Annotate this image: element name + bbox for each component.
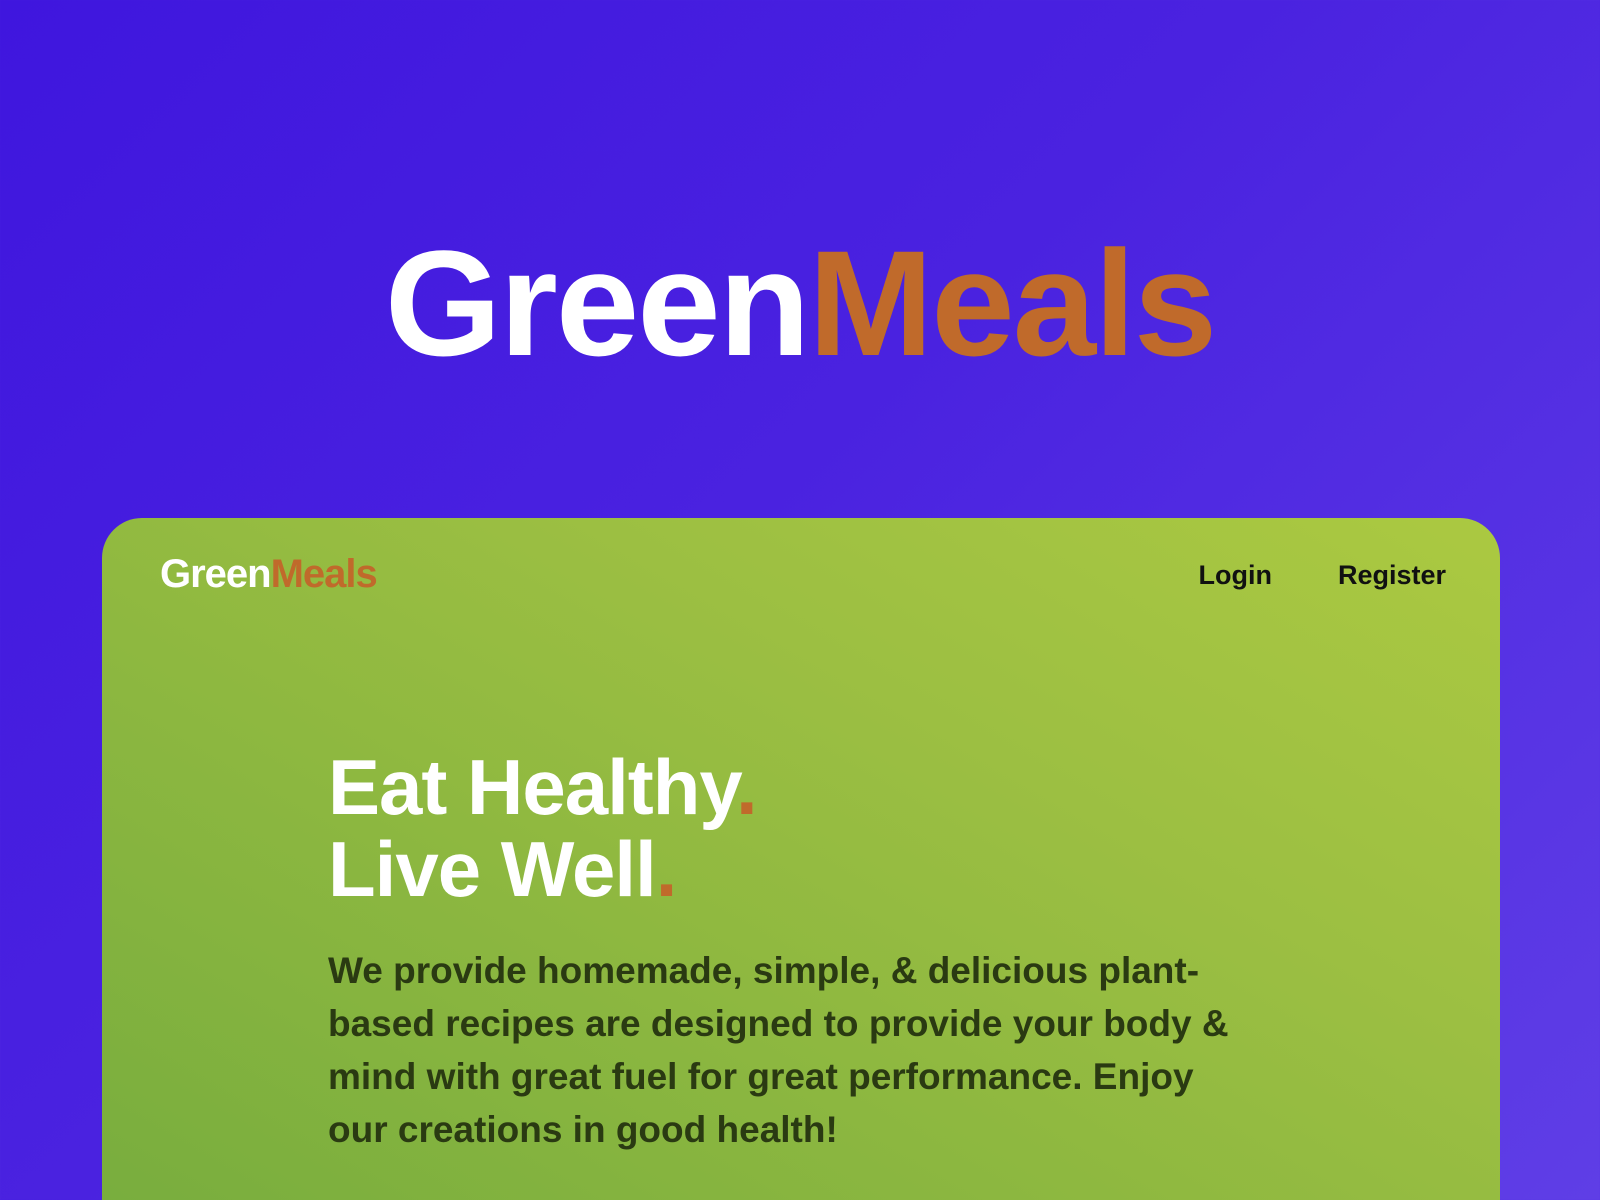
hero-content: Eat Healthy. Live Well. We provide homem… [328, 746, 1268, 1156]
hero-brand-title: GreenMeals [0, 228, 1600, 378]
register-link[interactable]: Register [1338, 562, 1446, 589]
headline: Eat Healthy. Live Well. [328, 746, 1268, 910]
login-link[interactable]: Login [1198, 562, 1271, 589]
nav-logo-part-meals: Meals [270, 552, 378, 596]
headline-dot-2: . [655, 825, 678, 913]
hero-brand-part-green: Green [384, 219, 811, 387]
headline-line-1: Eat Healthy [328, 743, 737, 831]
nav-logo[interactable]: GreenMeals [160, 552, 378, 596]
top-navigation: GreenMeals Login Register [102, 518, 1500, 638]
nav-links: Login Register [1198, 562, 1446, 589]
hero-description: We provide homemade, simple, & delicious… [328, 950, 1229, 1150]
website-preview-card: GreenMeals Login Register Eat Healthy. L… [102, 518, 1500, 1200]
headline-dot-1: . [736, 743, 758, 831]
nav-logo-part-green: Green [160, 552, 272, 596]
headline-line-2: Live Well [328, 825, 657, 913]
hero-brand-part-meals: Meals [808, 219, 1217, 387]
